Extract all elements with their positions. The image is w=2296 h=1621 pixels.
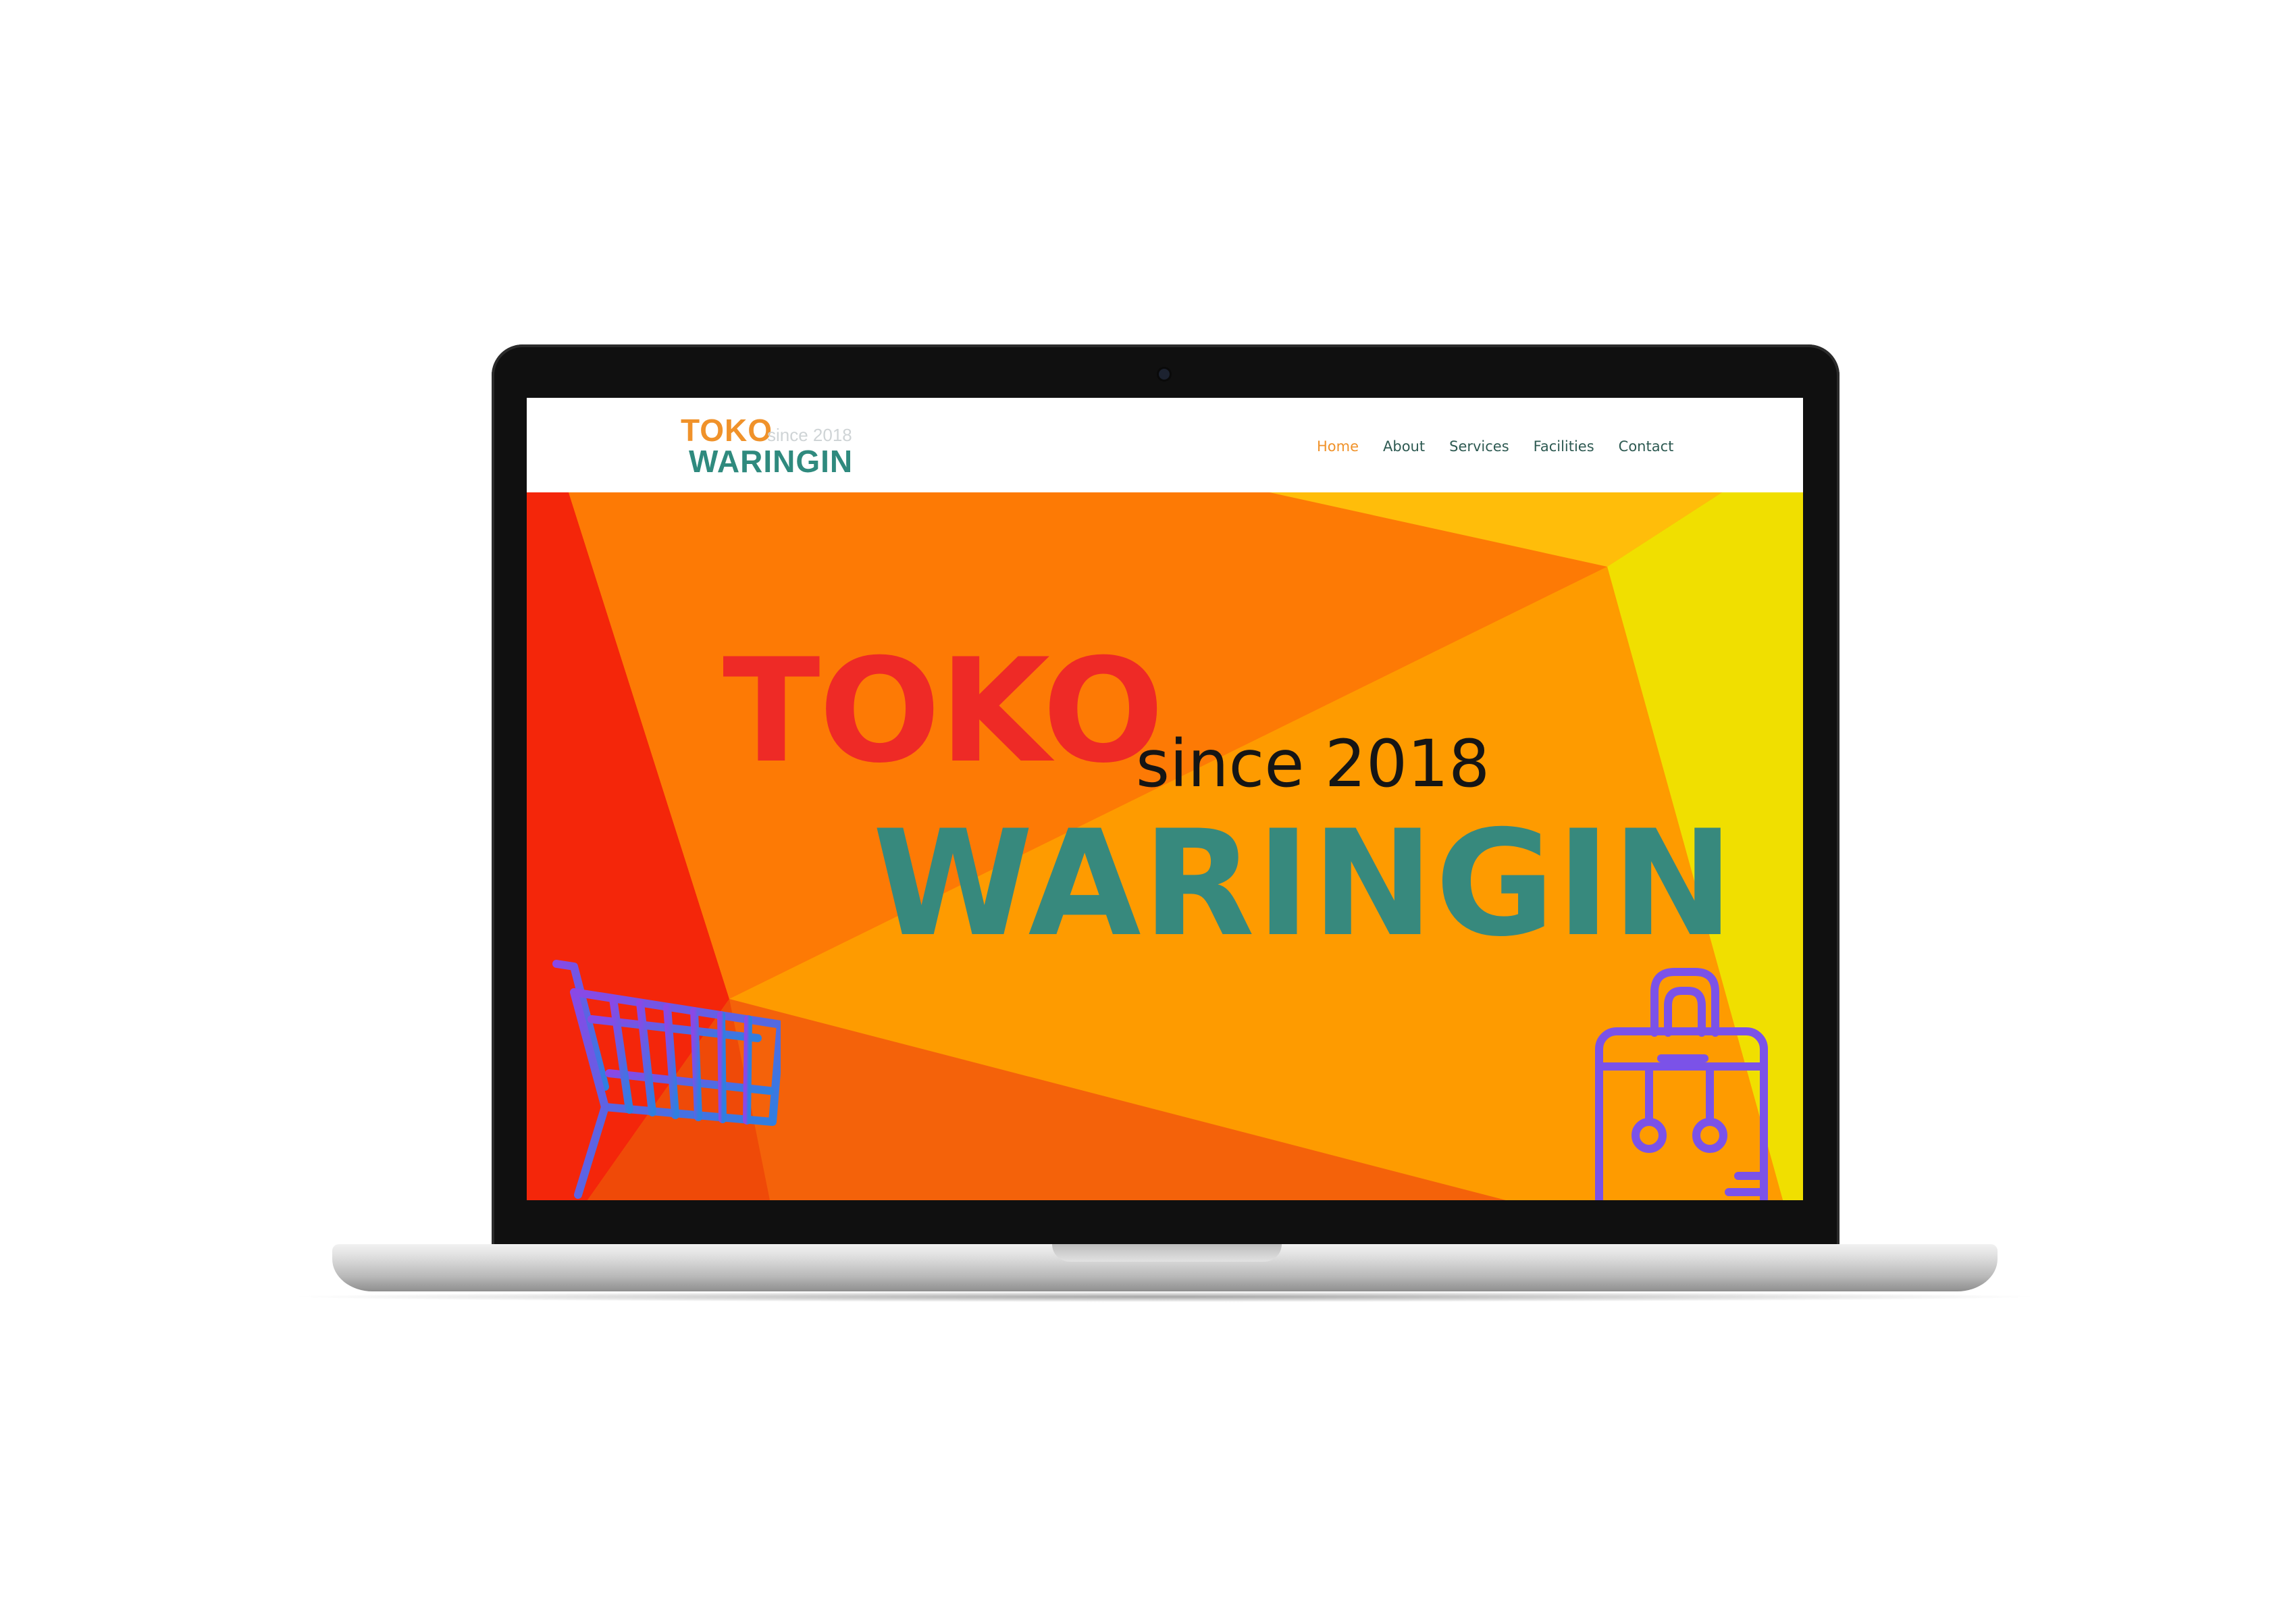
logo-toko-text: TOKO [681, 413, 773, 448]
laptop-screen: TOKO since 2018 WARINGIN Home About Serv… [527, 398, 1803, 1200]
logo-since-text: since 2018 [767, 425, 852, 445]
logo-waringin-text: WARINGIN [689, 444, 854, 479]
webcam-icon [1159, 369, 1170, 380]
nav-facilities[interactable]: Facilities [1534, 438, 1594, 455]
site-header: TOKO since 2018 WARINGIN Home About Serv… [527, 398, 1803, 492]
main-nav: Home About Services Facilities Contact [1317, 434, 1673, 459]
nav-contact[interactable]: Contact [1619, 438, 1674, 455]
hero-since-text: since 2018 [1136, 726, 1490, 802]
luggage-bag-icon [1595, 968, 1768, 1200]
nav-about[interactable]: About [1383, 438, 1425, 455]
site-logo[interactable]: TOKO since 2018 WARINGIN [681, 413, 856, 480]
nav-services[interactable]: Services [1449, 438, 1509, 455]
hero-title-toko: TOKO [723, 627, 1164, 794]
shopping-cart-icon [552, 960, 781, 1199]
nav-home[interactable]: Home [1317, 438, 1359, 455]
laptop-opening-notch [1052, 1244, 1282, 1262]
mockup-stage: TOKO since 2018 WARINGIN Home About Serv… [0, 0, 2296, 1621]
laptop-shadow [284, 1291, 2046, 1302]
hero-title-waringin: WARINGIN [872, 799, 1736, 969]
hero-banner: TOKO since 2018 WARINGIN [527, 492, 1803, 1200]
